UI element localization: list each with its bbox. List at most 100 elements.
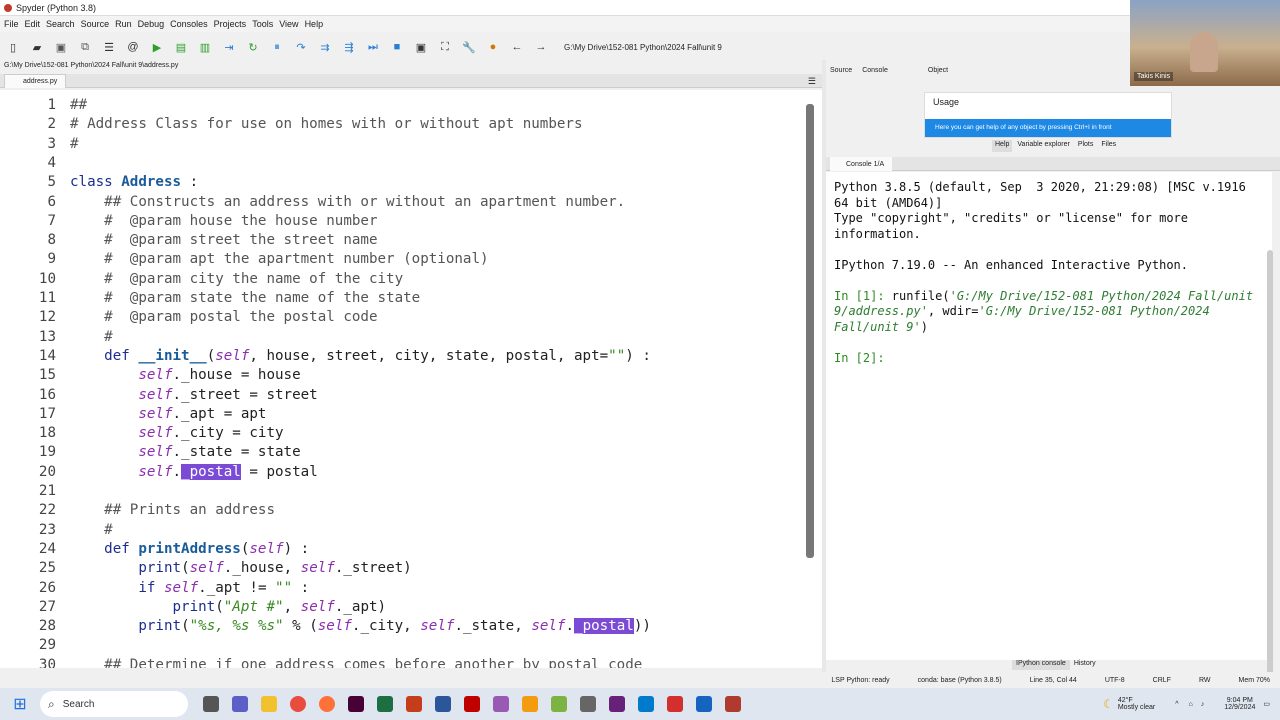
maximize-pane-icon[interactable]: ▣ xyxy=(412,38,430,56)
windows-start-icon[interactable]: ⊞ xyxy=(0,688,40,720)
line-number: 19 xyxy=(38,444,56,461)
chrome-icon[interactable] xyxy=(283,688,312,720)
console-prompt-2: In [2]: xyxy=(834,350,885,365)
run-cell-advance-icon[interactable]: ▥ xyxy=(196,38,214,56)
step-return-icon[interactable]: ⇶ xyxy=(340,38,358,56)
menu-file[interactable]: File xyxy=(4,19,19,29)
step-icon[interactable]: ↷ xyxy=(292,38,310,56)
file-explorer-icon[interactable] xyxy=(254,688,283,720)
system-tray: ☾ 42°F Mostly clear ^ ⌂ ♪ 9:04 PM 12/9/2… xyxy=(1103,697,1280,711)
word-icon[interactable] xyxy=(428,688,457,720)
filezilla-icon[interactable] xyxy=(457,688,486,720)
network-icon[interactable]: ⌂ xyxy=(1188,701,1192,708)
python-icon[interactable]: ● xyxy=(484,38,502,56)
fullscreen-icon[interactable]: ⛶ xyxy=(436,38,454,56)
vscode-icon[interactable] xyxy=(631,688,660,720)
console-cmd-runfile: runfile( xyxy=(884,288,950,303)
task-view-icon[interactable] xyxy=(196,688,225,720)
list-icon[interactable]: ☰ xyxy=(100,38,118,56)
wrench-icon[interactable]: 🔧 xyxy=(460,38,478,56)
notification-icon[interactable]: ▭ xyxy=(1263,700,1270,708)
save-all-icon[interactable]: ⧉ xyxy=(76,38,94,56)
code-line: if self._apt != "" : xyxy=(138,579,310,596)
save-icon[interactable]: ▣ xyxy=(52,38,70,56)
code-line: # xyxy=(70,135,79,152)
firefox-icon[interactable] xyxy=(312,688,341,720)
open-folder-icon[interactable]: ▰ xyxy=(28,38,46,56)
tab-variable-explorer[interactable]: Variable explorer xyxy=(1014,140,1072,152)
code-line: # xyxy=(70,328,113,345)
notepad-plus-icon[interactable] xyxy=(544,688,573,720)
taskbar-search[interactable]: ⌕ Search xyxy=(40,691,188,717)
run-selection-icon[interactable]: ⇥ xyxy=(220,38,238,56)
stop-icon[interactable]: ■ xyxy=(388,38,406,56)
tab-files[interactable]: Files xyxy=(1098,140,1119,152)
step-into-icon[interactable]: ⇉ xyxy=(316,38,334,56)
dreamweaver-icon[interactable] xyxy=(341,688,370,720)
menu-tools[interactable]: Tools xyxy=(252,19,273,29)
powerpoint-icon[interactable] xyxy=(399,688,428,720)
ipython-console[interactable]: Python 3.8.5 (default, Sep 3 2020, 21:29… xyxy=(826,172,1272,660)
console-cmd-wdir: , wdir= xyxy=(927,304,979,318)
app-icon[interactable] xyxy=(573,688,602,720)
excel-icon[interactable] xyxy=(370,688,399,720)
hamburger-icon[interactable]: ☰ xyxy=(808,76,816,87)
chevron-up-icon[interactable]: ^ xyxy=(1175,701,1178,708)
debug-icon[interactable]: ⏸ xyxy=(268,38,286,56)
code-line: ## Prints an address xyxy=(70,502,275,519)
window-title: Spyder (Python 3.8) xyxy=(16,2,97,13)
source-select[interactable]: Console xyxy=(862,67,888,74)
console-scrollbar[interactable] xyxy=(1267,250,1273,690)
snipping-tool-icon[interactable] xyxy=(689,688,718,720)
line-number: 21 xyxy=(38,483,56,499)
new-file-icon[interactable]: ▯ xyxy=(4,38,22,56)
code-line: print(self._house, self._street) xyxy=(138,560,412,577)
menu-source[interactable]: Source xyxy=(81,19,110,29)
code-line: ## Constructs an address with or without… xyxy=(70,193,626,210)
zoom-icon[interactable] xyxy=(486,688,515,720)
run-cell-icon[interactable]: ▤ xyxy=(172,38,190,56)
acrobat-icon[interactable] xyxy=(660,688,689,720)
line-number: 18 xyxy=(38,425,56,442)
line-number: 5 xyxy=(47,174,56,191)
menu-projects[interactable]: Projects xyxy=(214,19,247,29)
weather-widget[interactable]: 42°F Mostly clear xyxy=(1118,697,1155,711)
tab-address-py[interactable]: address.py xyxy=(4,74,67,88)
clock[interactable]: 9:04 PM 12/9/2024 xyxy=(1224,697,1255,711)
code-line: self._house = house xyxy=(138,367,301,384)
menu-consoles[interactable]: Consoles xyxy=(170,19,208,29)
line-number: 16 xyxy=(38,386,56,403)
status-encoding: UTF-8 xyxy=(1104,676,1125,684)
tab-ipython-console[interactable]: IPython console xyxy=(1012,660,1070,670)
teams-icon[interactable] xyxy=(225,688,254,720)
console-tab-bar: Console 1/A xyxy=(826,157,1280,171)
usage-title: Usage xyxy=(933,97,960,107)
line-number: 23 xyxy=(38,521,56,538)
menu-run[interactable]: Run xyxy=(115,19,132,29)
line-number: 11 xyxy=(38,290,56,306)
spyder-taskbar-icon[interactable] xyxy=(718,688,747,720)
tab-plots[interactable]: Plots xyxy=(1075,140,1097,152)
tab-console-1a[interactable]: Console 1/A xyxy=(830,157,893,171)
forward-arrow-icon[interactable]: → xyxy=(532,38,550,56)
visual-studio-icon[interactable] xyxy=(602,688,631,720)
menu-help[interactable]: Help xyxy=(305,19,324,29)
menu-debug[interactable]: Debug xyxy=(138,19,165,29)
menu-search[interactable]: Search xyxy=(46,19,75,29)
menu-view[interactable]: View xyxy=(279,19,298,29)
back-arrow-icon[interactable]: ← xyxy=(508,38,526,56)
console-bottom-tabs: IPython console History xyxy=(1012,660,1100,670)
line-number: 8 xyxy=(47,232,56,249)
editor-scrollbar[interactable] xyxy=(806,104,814,558)
code-editor[interactable]: 1 2 3 4 5 6 7 8 9 10 11 12 13 14 15 16 17 18 19 20 21 22 23 24 2… xyxy=(0,90,822,668)
vlc-icon[interactable] xyxy=(515,688,544,720)
tab-help[interactable]: Help xyxy=(992,140,1013,152)
run-icon[interactable]: ▶ xyxy=(148,38,166,56)
menu-edit[interactable]: Edit xyxy=(25,19,41,29)
working-directory-path[interactable]: G:\My Drive\152-081 Python\2024 Fall\uni… xyxy=(564,43,722,52)
tab-history[interactable]: History xyxy=(1070,660,1100,670)
at-icon[interactable]: @ xyxy=(124,38,142,56)
rerun-icon[interactable]: ↻ xyxy=(244,38,262,56)
continue-icon[interactable]: ⏭ xyxy=(364,38,382,56)
volume-icon[interactable]: ♪ xyxy=(1201,701,1205,708)
